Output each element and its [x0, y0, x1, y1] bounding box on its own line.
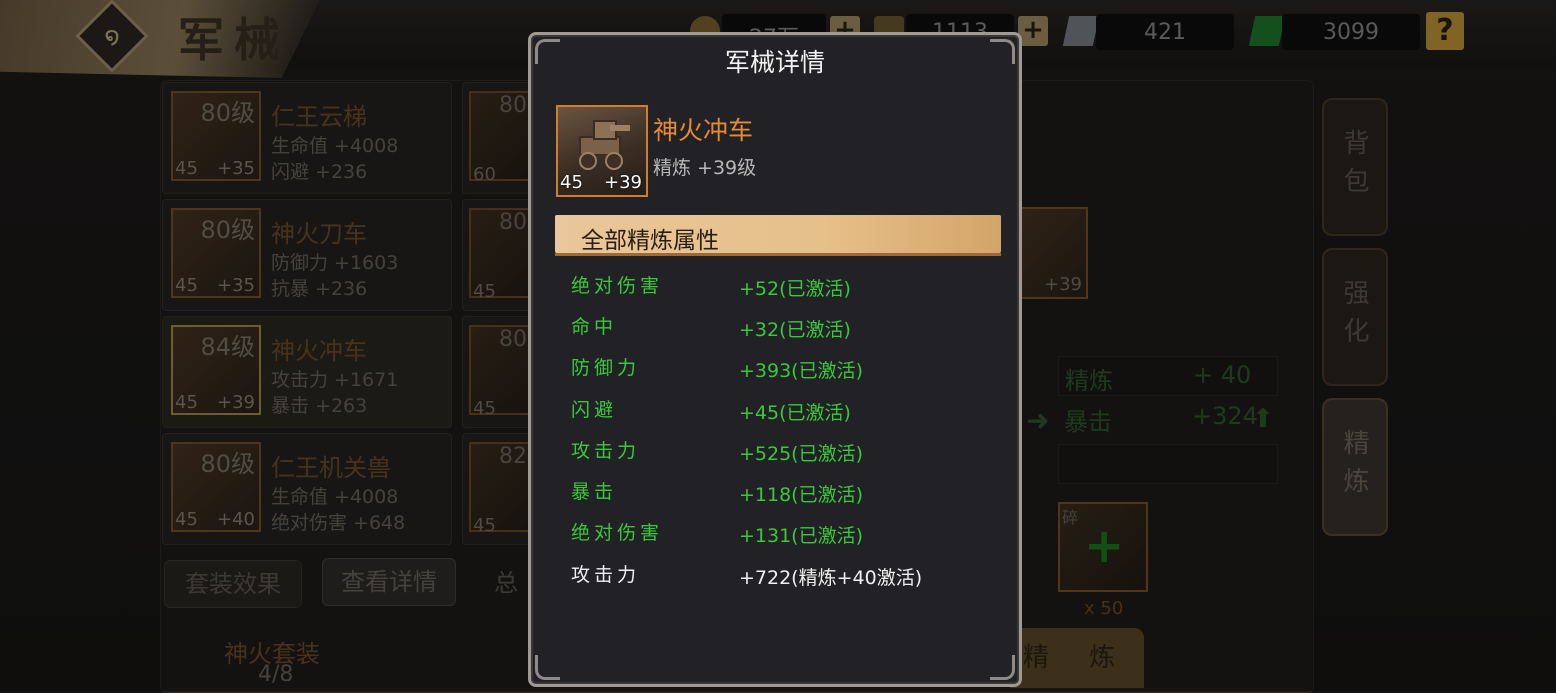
attribute-value: +393(已激活): [739, 360, 864, 382]
attribute-name: 防御力: [571, 357, 641, 379]
dialog-title: 军械详情: [724, 48, 825, 77]
section-title: 全部精炼属性: [581, 228, 719, 254]
item-name: 神火冲车: [653, 116, 754, 145]
attribute-name: 绝对伤害: [571, 522, 664, 544]
attribute-name: 命中: [571, 316, 618, 338]
frame-corner: [990, 655, 1015, 680]
item-thumbnail: 45 +39: [556, 105, 648, 197]
attribute-value: +118(已激活): [739, 484, 864, 506]
attribute-value: +525(已激活): [739, 443, 864, 465]
attribute-value: +32(已激活): [739, 319, 851, 341]
attribute-name: 闪避: [571, 399, 618, 421]
attribute-value: +131(已激活): [739, 525, 864, 547]
attribute-name: 攻击力: [571, 440, 641, 462]
section-header: 全部精炼属性: [555, 215, 1001, 256]
attribute-name: 暴击: [571, 481, 618, 503]
section-underline: [555, 253, 1001, 256]
item-refine-level: +39: [604, 172, 642, 193]
attribute-value: +45(已激活): [739, 402, 851, 424]
frame-corner: [535, 655, 560, 680]
attribute-name: 攻击力: [571, 564, 641, 586]
siege-engine-icon: [579, 120, 630, 170]
attribute-value: +722(精炼+40激活): [739, 567, 923, 589]
item-star-level: 45: [560, 172, 583, 193]
attribute-value: +52(已激活): [739, 278, 851, 300]
attribute-name: 绝对伤害: [571, 275, 664, 297]
item-refine-subtitle: 精炼 +39级: [653, 157, 757, 179]
equipment-details-dialog: 军械详情 45 +39 神火冲车 精炼 +39级 全部精炼属性 绝对伤害 +52…: [528, 32, 1022, 687]
